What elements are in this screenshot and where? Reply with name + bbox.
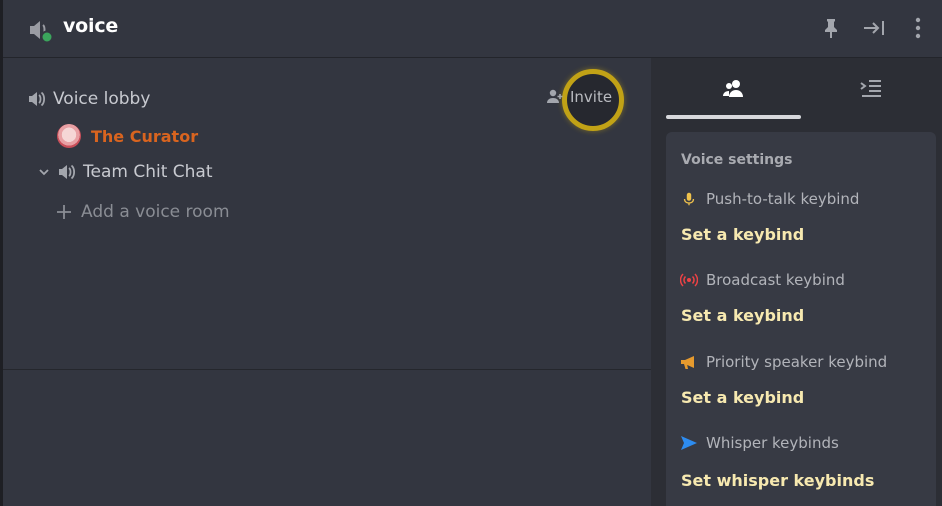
keybind-label: Whisper keybinds: [706, 434, 839, 452]
speaker-icon: [29, 91, 46, 107]
member-name: The Curator: [91, 126, 199, 146]
keybind-label: Broadcast keybind: [706, 271, 845, 289]
settings-title: Voice settings: [681, 152, 793, 168]
set-priority-speaker-keybind-button[interactable]: Set a keybind: [681, 388, 804, 407]
send-icon: [680, 434, 698, 452]
invite-label: Invite: [570, 88, 613, 106]
set-push-to-talk-keybind-button[interactable]: Set a keybind: [681, 225, 804, 244]
page-title: voice: [63, 15, 119, 37]
pin-button[interactable]: [819, 16, 843, 40]
people-icon: [723, 80, 743, 97]
keybind-push-to-talk: Push-to-talk keybind: [680, 190, 859, 208]
room-member[interactable]: The Curator: [57, 124, 198, 148]
tab-collapse-list[interactable]: [858, 76, 886, 104]
microphone-icon: [680, 190, 698, 208]
online-status-dot: [40, 30, 54, 44]
keybind-broadcast: Broadcast keybind: [680, 271, 845, 289]
header-bar: voice: [3, 0, 942, 58]
set-broadcast-keybind-button[interactable]: Set a keybind: [681, 306, 804, 325]
side-panel: Voice settings Push-to-talk keybind Set …: [651, 58, 942, 506]
tab-people[interactable]: [722, 76, 750, 104]
collapse-panel-icon: [864, 21, 884, 35]
more-vertical-icon: [915, 17, 921, 39]
plus-icon: [57, 205, 71, 219]
keybind-label: Priority speaker keybind: [706, 353, 888, 371]
more-options-button[interactable]: [906, 16, 930, 40]
set-whisper-keybinds-button[interactable]: Set whisper keybinds: [681, 471, 874, 490]
speaker-icon: [59, 164, 76, 180]
chevron-down-icon[interactable]: [37, 165, 51, 179]
room-team-chit-chat[interactable]: Team Chit Chat: [37, 162, 213, 182]
voice-rooms-pane: Voice lobby Invite The Curator Team Chit…: [3, 58, 651, 506]
add-room-label: Add a voice room: [81, 202, 230, 222]
add-voice-room-button[interactable]: Add a voice room: [55, 202, 230, 222]
room-label: Voice lobby: [53, 89, 151, 109]
megaphone-icon: [680, 353, 698, 371]
voice-app-window: voice Voice lobby Invite The Curator Tea…: [3, 0, 942, 506]
invite-button[interactable]: Invite: [546, 69, 624, 131]
room-label: Team Chit Chat: [83, 162, 213, 182]
room-voice-lobby[interactable]: Voice lobby: [27, 89, 150, 109]
collapse-list-icon: [860, 80, 881, 97]
add-person-icon: [547, 89, 563, 103]
keybind-whisper: Whisper keybinds: [680, 434, 839, 452]
avatar: [57, 124, 81, 148]
active-tab-indicator: [666, 115, 801, 119]
collapse-panel-button[interactable]: [862, 16, 886, 40]
broadcast-icon: [680, 271, 698, 289]
divider: [3, 369, 651, 370]
voice-settings-card: Voice settings Push-to-talk keybind Set …: [666, 132, 936, 506]
speaker-icon: [27, 17, 54, 44]
keybind-label: Push-to-talk keybind: [706, 190, 860, 208]
keybind-priority-speaker: Priority speaker keybind: [680, 353, 887, 371]
pin-icon: [825, 19, 837, 38]
